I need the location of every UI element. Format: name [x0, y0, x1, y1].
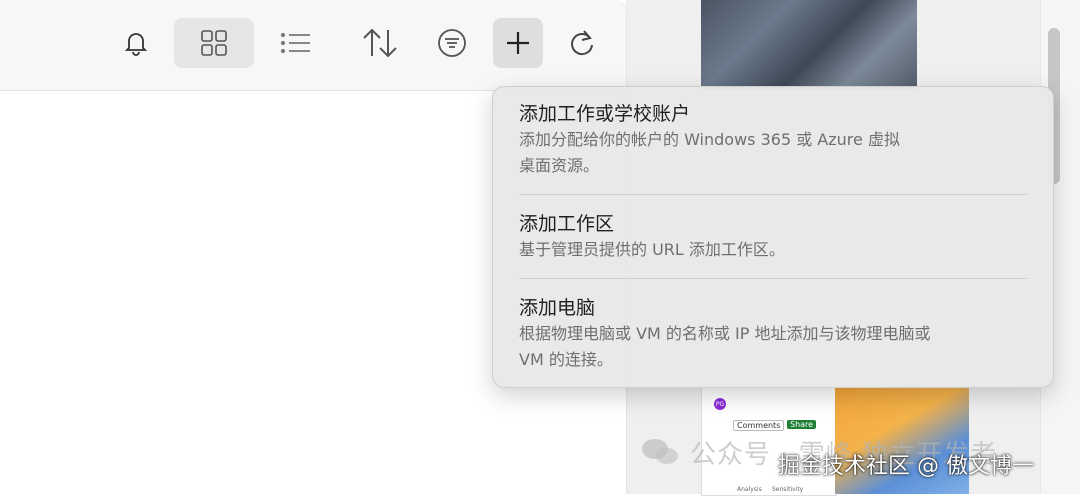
- menu-item-title: 添加电脑: [519, 297, 596, 319]
- plus-icon[interactable]: [493, 18, 543, 68]
- bell-icon[interactable]: [111, 18, 161, 68]
- filter-icon[interactable]: [427, 18, 477, 68]
- sensitivity-label: Sensitivity: [772, 486, 804, 493]
- menu-divider: [519, 278, 1027, 279]
- grid-view-icon[interactable]: [174, 18, 254, 68]
- menu-item-desc: 桌面资源。: [519, 156, 600, 175]
- refresh-icon[interactable]: [557, 18, 607, 68]
- share-button: Share: [787, 420, 817, 429]
- comments-button: Comments: [733, 420, 785, 431]
- menu-item-add-workspace[interactable]: 添加工作区 基于管理员提供的 URL 添加工作区。: [519, 211, 1029, 263]
- watermark-credit: 掘金技术社区 @ 傲文博一: [778, 454, 1034, 479]
- list-view-icon[interactable]: [271, 18, 321, 68]
- wallpaper-thumbnail: [701, 0, 917, 90]
- menu-item-desc: VM 的连接。: [519, 350, 613, 369]
- toolbar: [0, 0, 626, 91]
- menu-item-title: 添加工作区: [519, 213, 615, 235]
- menu-item-add-account[interactable]: 添加工作或学校账户 添加分配给你的帐户的 Windows 365 或 Azure…: [519, 101, 1029, 179]
- menu-item-desc: 添加分配给你的帐户的 Windows 365 或 Azure 虚拟: [519, 130, 900, 149]
- menu-item-add-pc[interactable]: 添加电脑 根据物理电脑或 VM 的名称或 IP 地址添加与该物理电脑或 VM 的…: [519, 295, 1029, 373]
- sort-icon[interactable]: [355, 18, 405, 68]
- menu-item-desc: 基于管理员提供的 URL 添加工作区。: [519, 240, 785, 259]
- add-menu-popup: 添加工作或学校账户 添加分配给你的帐户的 Windows 365 或 Azure…: [492, 86, 1054, 388]
- menu-item-title: 添加工作或学校账户: [519, 103, 691, 125]
- avatar: PG: [714, 398, 726, 410]
- wechat-icon: [642, 439, 678, 464]
- analysis-label: Analysis: [737, 486, 762, 493]
- menu-item-desc: 根据物理电脑或 VM 的名称或 IP 地址添加与该物理电脑或: [519, 324, 931, 343]
- menu-divider: [519, 194, 1027, 195]
